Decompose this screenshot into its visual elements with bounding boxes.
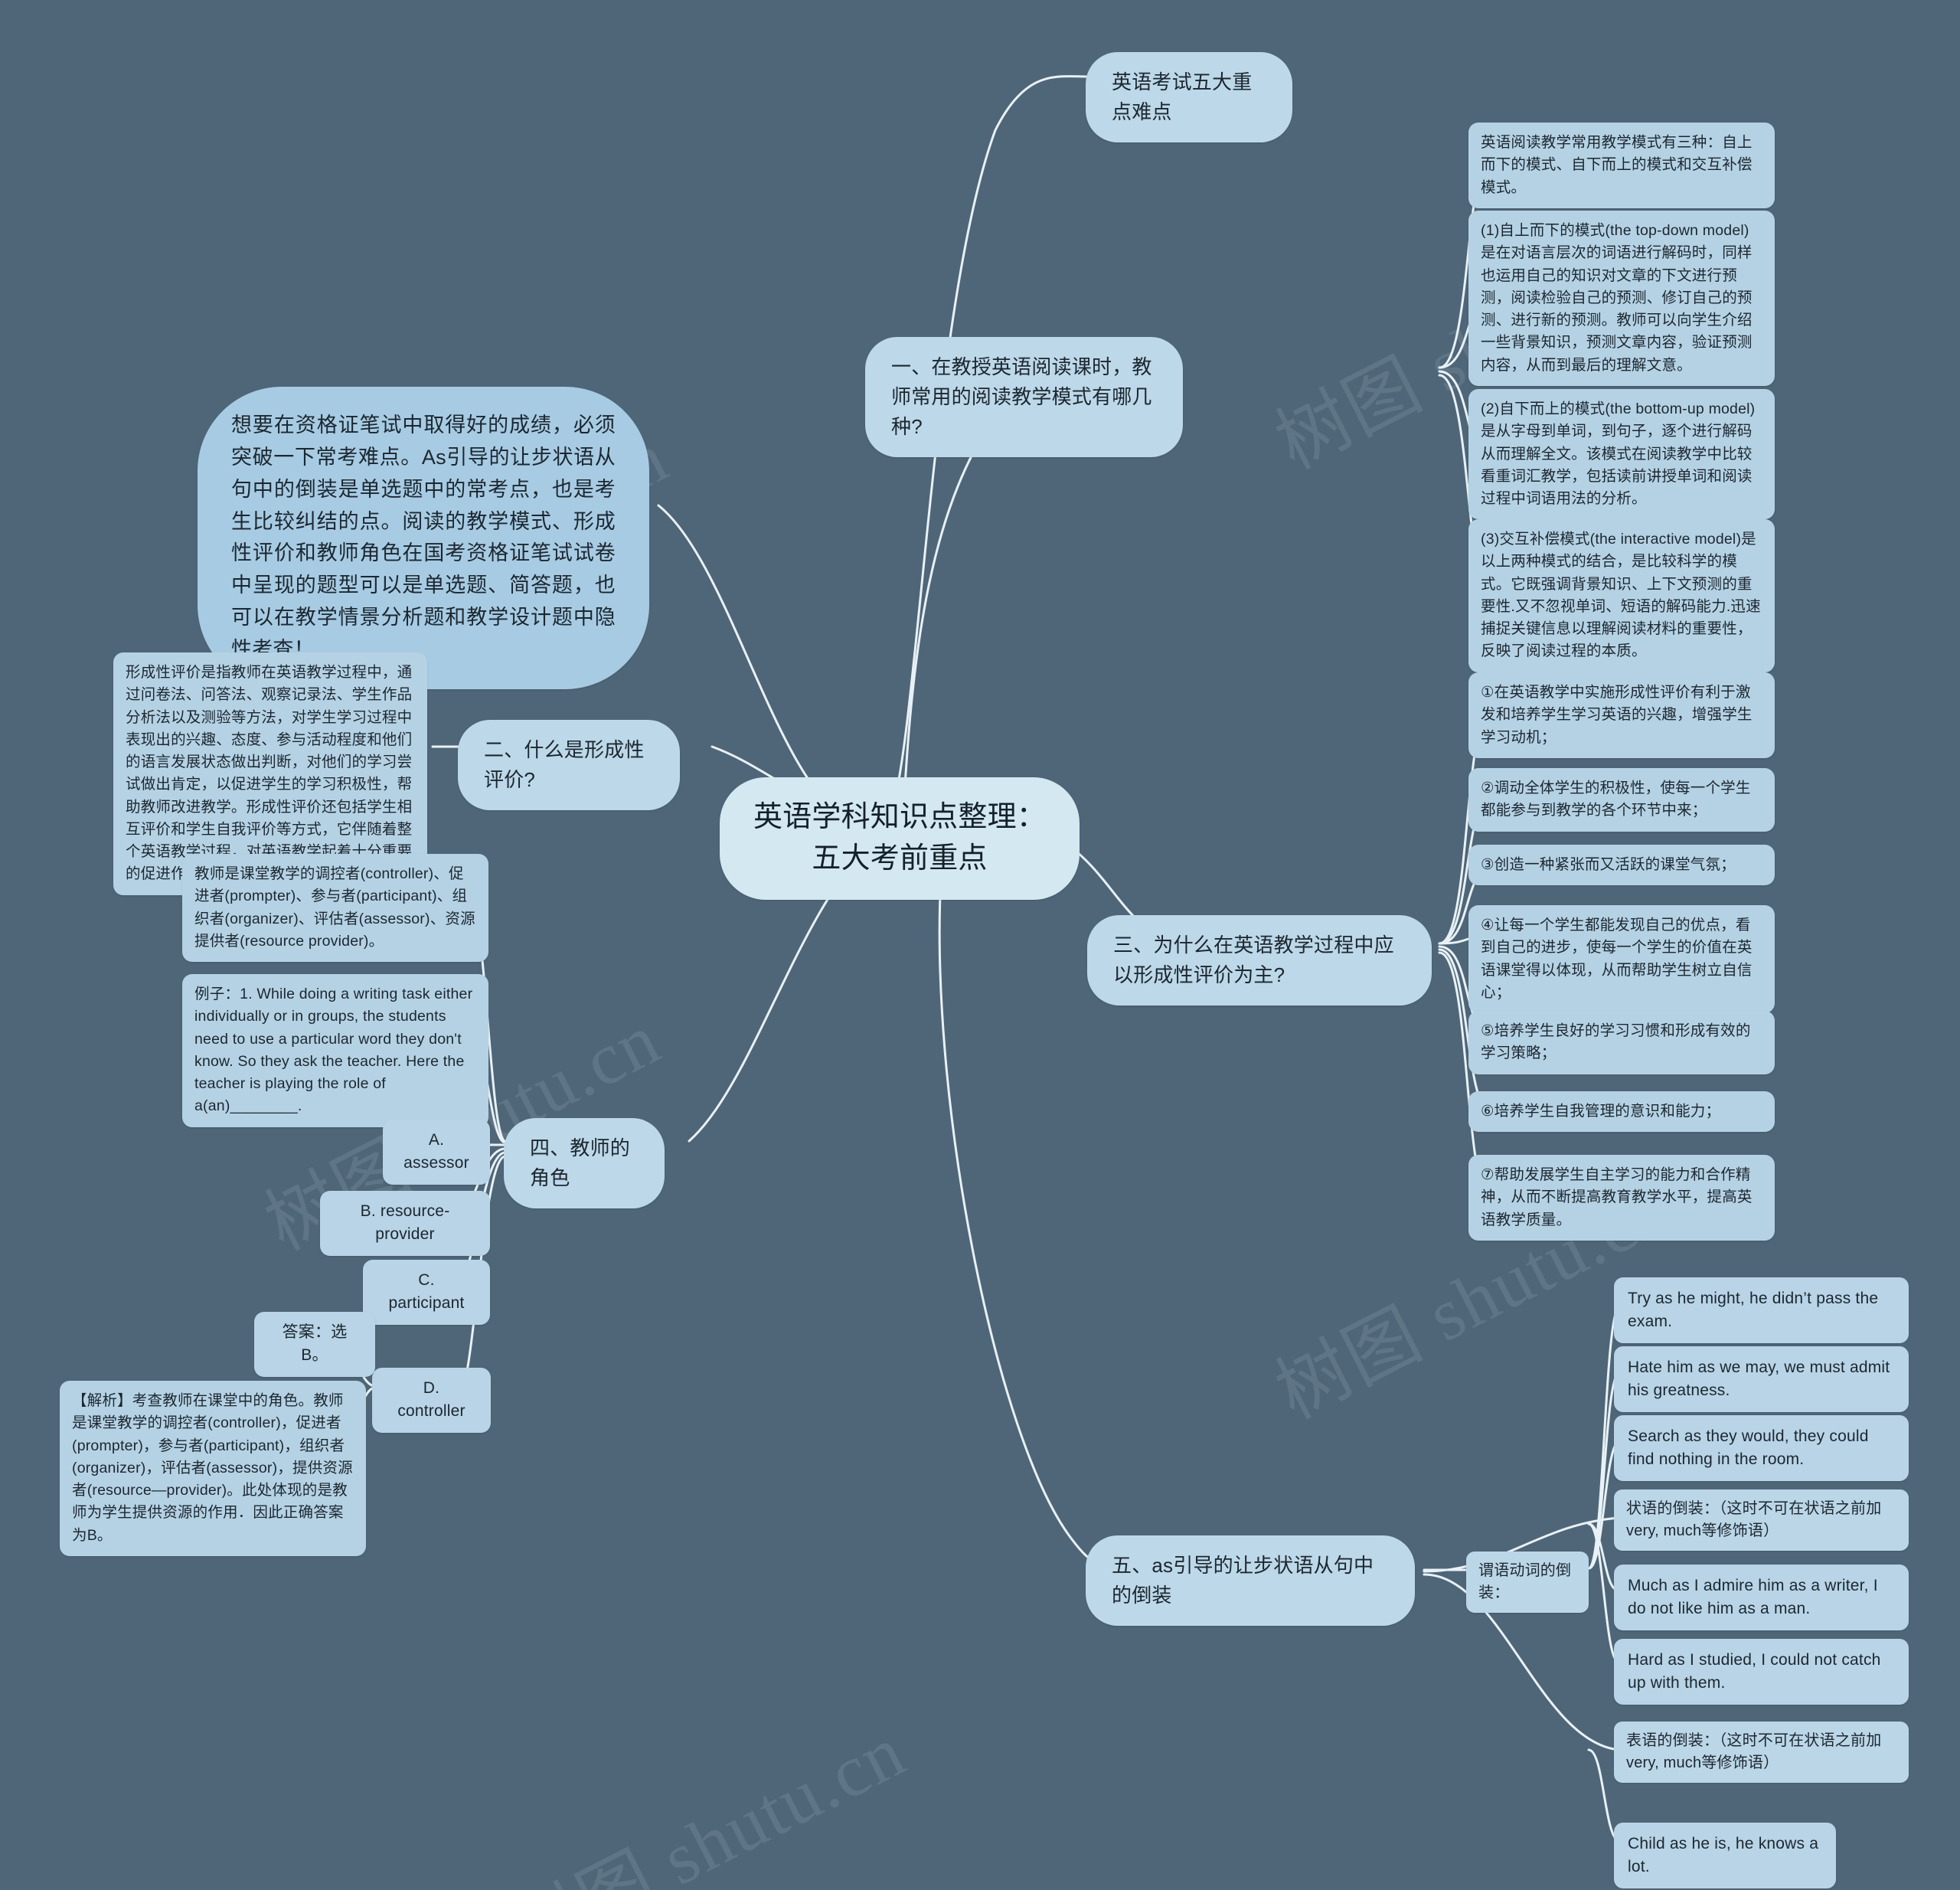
option-c-participant[interactable]: C. participant — [363, 1260, 490, 1325]
mindmap-canvas: 树图 shutu.cn 树图 shutu.cn 树图 shutu.cn 树图 s… — [0, 0, 1960, 1890]
node-b5-sentence-1[interactable]: Hate him as we may, we must admit his gr… — [1614, 1346, 1909, 1412]
node-b5-adverbial-inversion-head[interactable]: 状语的倒装：（这时不可在状语之前加very, much等修饰语） — [1614, 1489, 1909, 1551]
node-b5-sentence-3[interactable]: Much as I admire him as a writer, I do n… — [1614, 1565, 1909, 1630]
node-b4-roles-list[interactable]: 教师是课堂教学的调控者(controller)、促进者(prompter)、参与… — [182, 854, 488, 962]
watermark: 树图 shutu.cn — [498, 1709, 918, 1890]
node-b3-child-0[interactable]: ①在英语教学中实施形成性评价有利于激发和培养学生学习英语的兴趣，增强学生学习动机… — [1468, 672, 1775, 758]
node-b5-verb-inversion-head[interactable]: 谓语动词的倒装： — [1466, 1552, 1589, 1613]
branch-4-teacher-roles[interactable]: 四、教师的角色 — [504, 1118, 665, 1208]
branch-1-reading-models[interactable]: 一、在教授英语阅读课时，教师常用的阅读教学模式有哪几种? — [865, 337, 1183, 457]
node-b5-sentence-5[interactable]: Child as he is, he knows a lot. — [1614, 1823, 1836, 1888]
node-b1-child-3[interactable]: (3)交互补偿模式(the interactive model)是以上两种模式的… — [1468, 519, 1775, 672]
node-b1-child-0[interactable]: 英语阅读教学常用教学模式有三种：自上而下的模式、自下而上的模式和交互补偿模式。 — [1468, 123, 1775, 208]
node-b1-child-1[interactable]: (1)自上而下的模式(the top-down model)是在对语言层次的词语… — [1468, 211, 1775, 386]
node-intro-summary[interactable]: 想要在资格证笔试中取得好的成绩，必须突破一下常考难点。As引导的让步状语从句中的… — [198, 387, 649, 689]
node-b4-answer[interactable]: 答案：选B。 — [254, 1312, 375, 1377]
node-b1-child-2[interactable]: (2)自下而上的模式(the bottom-up model)是从字母到单词，到… — [1468, 389, 1775, 520]
node-b5-predicative-inversion-head[interactable]: 表语的倒装：（这时不可在状语之前加very, much等修饰语） — [1614, 1722, 1909, 1783]
root-node[interactable]: 英语学科知识点整理：五大考前重点 — [720, 777, 1080, 900]
node-exam-key-difficulties[interactable]: 英语考试五大重点难点 — [1086, 52, 1292, 142]
branch-2-formative-assessment[interactable]: 二、什么是形成性评价? — [458, 720, 680, 810]
node-b3-child-4[interactable]: ⑤培养学生良好的学习习惯和形成有效的学习策略； — [1468, 1011, 1775, 1074]
node-b5-sentence-2[interactable]: Search as they would, they could find no… — [1614, 1415, 1909, 1481]
node-b3-child-1[interactable]: ②调动全体学生的积极性，使每一个学生都能参与到教学的各个环节中来； — [1468, 768, 1775, 832]
option-b-resource-provider[interactable]: B. resource-provider — [320, 1191, 490, 1256]
node-b3-child-2[interactable]: ③创造一种紧张而又活跃的课堂气氛； — [1468, 845, 1775, 886]
node-b5-sentence-0[interactable]: Try as he might, he didn’t pass the exam… — [1614, 1277, 1909, 1343]
node-b4-example-question[interactable]: 例子：1. While doing a writing task either … — [182, 974, 488, 1127]
branch-3-why-formative[interactable]: 三、为什么在英语教学过程中应以形成性评价为主? — [1087, 915, 1432, 1005]
node-b3-child-3[interactable]: ④让每一个学生都能发现自己的优点，看到自己的进步，使每一个学生的价值在英语课堂得… — [1468, 905, 1775, 1013]
node-b3-child-6[interactable]: ⑦帮助发展学生自主学习的能力和合作精神，从而不断提高教育教学水平，提高英语教学质… — [1468, 1155, 1775, 1241]
node-b3-child-5[interactable]: ⑥培养学生自我管理的意识和能力； — [1468, 1091, 1775, 1133]
node-b5-sentence-4[interactable]: Hard as I studied, I could not catch up … — [1614, 1639, 1909, 1705]
option-a-assessor[interactable]: A. assessor — [383, 1120, 490, 1185]
option-d-controller[interactable]: D. controller — [372, 1368, 491, 1433]
branch-5-as-inversion[interactable]: 五、as引导的让步状语从句中的倒装 — [1086, 1535, 1415, 1626]
node-b4-explanation[interactable]: 【解析】考查教师在课堂中的角色。教师是课堂教学的调控者(controller)，… — [60, 1381, 366, 1556]
